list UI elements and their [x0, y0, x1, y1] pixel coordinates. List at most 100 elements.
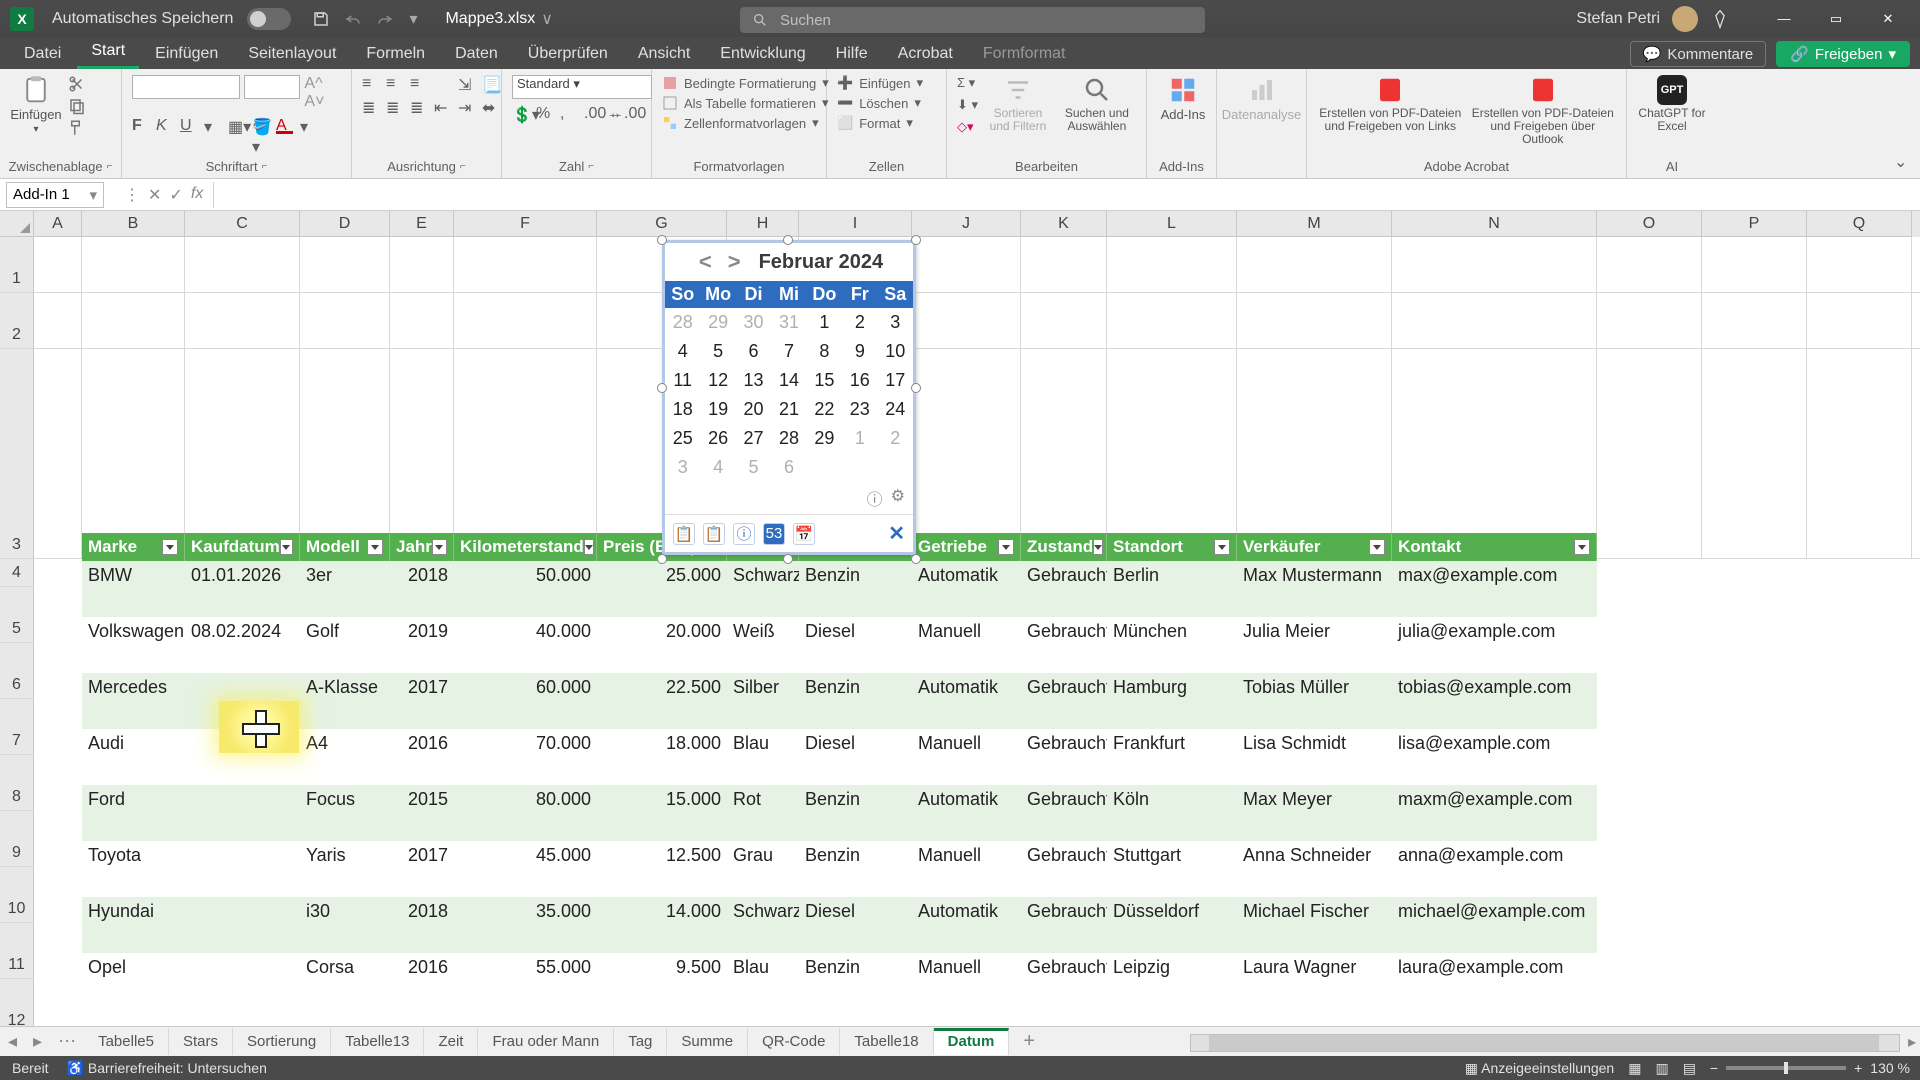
filter-9[interactable] [1093, 539, 1103, 555]
cal-help-icon[interactable]: ⓘ [867, 486, 883, 510]
filter-0[interactable] [162, 539, 178, 555]
header-Kontakt[interactable]: Kontakt [1392, 533, 1597, 561]
cell-r6-c9[interactable]: Gebraucht [1021, 897, 1107, 953]
cal-day-5[interactable]: 5 [736, 453, 771, 482]
cell-r4-c0[interactable]: Ford [82, 785, 185, 841]
cell-r1-c11[interactable]: Julia Meier [1237, 617, 1392, 673]
cal-tool-1[interactable]: 📋 [673, 523, 695, 545]
cell-r2-c9[interactable]: Gebraucht [1021, 673, 1107, 729]
row-4[interactable]: 4 [0, 559, 34, 587]
paste-button[interactable]: Einfügen▾ [10, 75, 62, 135]
row-2[interactable]: 2 [0, 293, 34, 349]
row-8[interactable]: 8 [0, 755, 34, 811]
fill-color-button[interactable]: 🪣▾ [252, 117, 269, 134]
cell-r7-c8[interactable]: Manuell [912, 953, 1021, 1009]
cal-settings-icon[interactable]: ⚙ [891, 486, 905, 510]
cell-r6-c2[interactable]: i30 [300, 897, 390, 953]
sheet-Frau oder Mann[interactable]: Frau oder Mann [478, 1028, 614, 1055]
tab-nav-more[interactable]: ⋯ [50, 1031, 84, 1052]
view-normal[interactable]: ▦ [1628, 1060, 1641, 1077]
cell-r3-c12[interactable]: lisa@example.com [1392, 729, 1597, 785]
cell-styles[interactable]: Zellenformatvorlagen ▾ [662, 115, 819, 131]
search-box[interactable]: Suchen [740, 7, 1205, 33]
formula-buttons[interactable]: ⋮✕✓fx [124, 185, 203, 205]
cell-r7-c2[interactable]: Corsa [300, 953, 390, 1009]
cell-r1-c12[interactable]: julia@example.com [1392, 617, 1597, 673]
cell-r1-c5[interactable]: 20.000 [597, 617, 727, 673]
cal-day-21[interactable]: 21 [771, 395, 806, 424]
name-box[interactable]: Add-In 1▾ [6, 182, 104, 208]
font-family[interactable] [132, 75, 240, 99]
tab-datei[interactable]: Datei [10, 39, 75, 69]
filter-10[interactable] [1214, 539, 1230, 555]
sheet-Tabelle18[interactable]: Tabelle18 [840, 1028, 933, 1055]
cell-r5-c12[interactable]: anna@example.com [1392, 841, 1597, 897]
col-O[interactable]: O [1597, 211, 1702, 237]
cell-r4-c12[interactable]: maxm@example.com [1392, 785, 1597, 841]
cal-close[interactable]: ✕ [888, 521, 905, 546]
cell-r7-c10[interactable]: Leipzig [1107, 953, 1237, 1009]
cal-day-2[interactable]: 2 [842, 308, 877, 337]
cell-r1-c8[interactable]: Manuell [912, 617, 1021, 673]
redo-icon[interactable] [376, 10, 394, 28]
cell-r5-c0[interactable]: Toyota [82, 841, 185, 897]
tab-formformat[interactable]: Formformat [969, 39, 1080, 69]
col-J[interactable]: J [912, 211, 1021, 237]
cell-r3-c7[interactable]: Diesel [799, 729, 912, 785]
cell-r4-c7[interactable]: Benzin [799, 785, 912, 841]
cal-day-7[interactable]: 7 [771, 337, 806, 366]
cell-r5-c8[interactable]: Manuell [912, 841, 1021, 897]
chatgpt-button[interactable]: GPTChatGPT for Excel [1637, 75, 1707, 133]
display-settings[interactable]: ▦ Anzeigeeinstellungen [1465, 1060, 1614, 1077]
col-B[interactable]: B [82, 211, 185, 237]
cell-r7-c6[interactable]: Blau [727, 953, 799, 1009]
cell-r4-c4[interactable]: 80.000 [454, 785, 597, 841]
pdf-link[interactable]: Erstellen von PDF-Dateien und Freigeben … [1317, 75, 1464, 133]
col-A[interactable]: A [34, 211, 82, 237]
col-E[interactable]: E [390, 211, 454, 237]
cal-day-15[interactable]: 15 [807, 366, 842, 395]
tab-einfügen[interactable]: Einfügen [141, 39, 232, 69]
format-as-table[interactable]: Als Tabelle formatieren ▾ [662, 95, 829, 111]
cell-r0-c12[interactable]: max@example.com [1392, 561, 1597, 617]
cell-r0-c5[interactable]: 25.000 [597, 561, 727, 617]
cell-r0-c0[interactable]: BMW [82, 561, 185, 617]
cell-r0-c2[interactable]: 3er [300, 561, 390, 617]
header-Standort[interactable]: Standort [1107, 533, 1237, 561]
sheet-Stars[interactable]: Stars [169, 1028, 233, 1055]
sheet-Tabelle5[interactable]: Tabelle5 [84, 1028, 169, 1055]
conditional-formatting[interactable]: Bedingte Formatierung ▾ [662, 75, 829, 91]
cell-r0-c3[interactable]: 2018 [390, 561, 454, 617]
cal-day-31[interactable]: 31 [771, 308, 806, 337]
close-button[interactable]: ✕ [1862, 0, 1914, 37]
cal-day-24[interactable]: 24 [878, 395, 913, 424]
sheet-Datum[interactable]: Datum [934, 1028, 1010, 1055]
bold-button[interactable]: F [132, 117, 149, 134]
cell-r1-c6[interactable]: Weiß [727, 617, 799, 673]
cell-r4-c1[interactable] [185, 785, 300, 841]
cell-r6-c10[interactable]: Düsseldorf [1107, 897, 1237, 953]
cell-r6-c12[interactable]: michael@example.com [1392, 897, 1597, 953]
copy-icon[interactable] [68, 97, 86, 115]
collapse-ribbon[interactable]: ⌄ [1894, 152, 1914, 172]
cell-r3-c8[interactable]: Manuell [912, 729, 1021, 785]
tab-formeln[interactable]: Formeln [352, 39, 439, 69]
col-K[interactable]: K [1021, 211, 1107, 237]
cut-icon[interactable] [68, 75, 86, 93]
col-Q[interactable]: Q [1807, 211, 1912, 237]
cell-r6-c5[interactable]: 14.000 [597, 897, 727, 953]
sheet-Tabelle13[interactable]: Tabelle13 [331, 1028, 424, 1055]
cell-r4-c2[interactable]: Focus [300, 785, 390, 841]
add-sheet[interactable]: + [1009, 1030, 1049, 1053]
cal-tool-4[interactable]: 📅 [793, 523, 815, 545]
header-Getriebe[interactable]: Getriebe [912, 533, 1021, 561]
user-info[interactable]: Stefan Petri [1576, 0, 1730, 37]
cal-day-9[interactable]: 9 [842, 337, 877, 366]
cal-day-3[interactable]: 3 [665, 453, 700, 482]
cell-r3-c5[interactable]: 18.000 [597, 729, 727, 785]
cal-day-13[interactable]: 13 [736, 366, 771, 395]
sheet-Zeit[interactable]: Zeit [424, 1028, 478, 1055]
cell-r1-c0[interactable]: Volkswagen [82, 617, 185, 673]
cal-day-3[interactable]: 3 [878, 308, 913, 337]
cal-day-28[interactable]: 28 [665, 308, 700, 337]
